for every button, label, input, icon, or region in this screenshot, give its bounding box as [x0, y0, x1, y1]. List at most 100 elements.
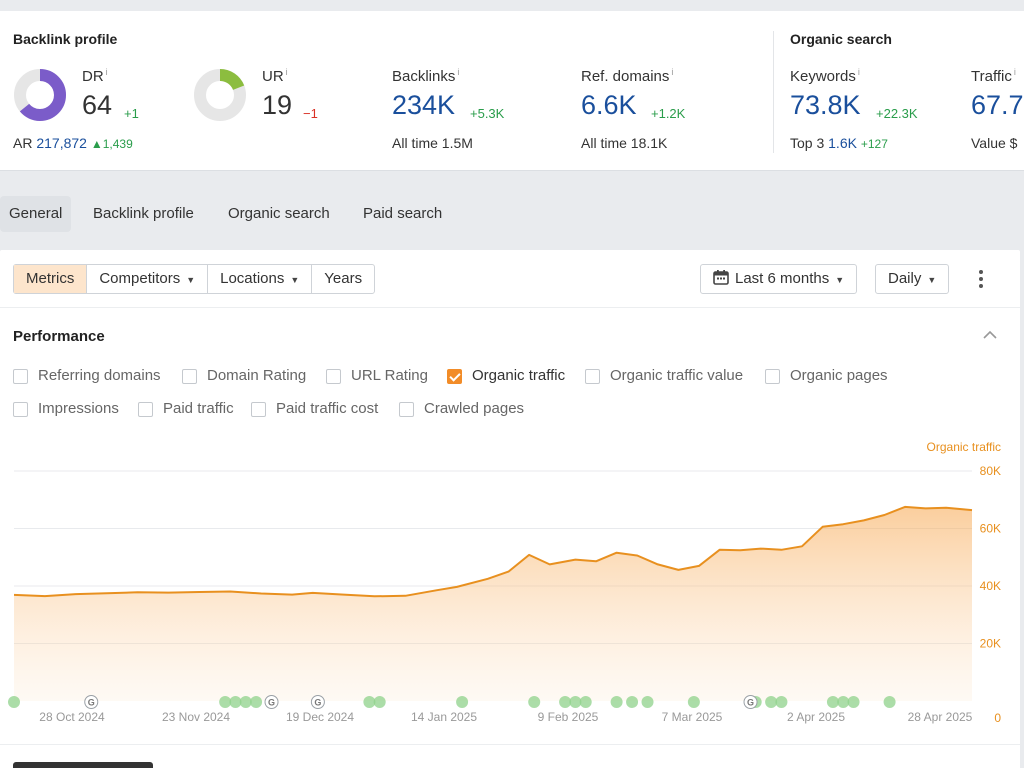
google-marker-glyph: G [314, 698, 321, 708]
chevron-down-icon: ▼ [186, 275, 196, 285]
x-tick-label: 9 Feb 2025 [538, 710, 599, 724]
algorithm-update-marker [775, 696, 788, 708]
google-marker-glyph: G [268, 698, 275, 708]
segment-metrics[interactable]: Metrics [14, 265, 87, 293]
algorithm-update-marker [883, 696, 896, 708]
segment-years[interactable]: Years [311, 265, 374, 293]
more-options-icon[interactable] [973, 268, 989, 290]
y-tick-label: 0 [994, 711, 1001, 725]
algorithm-update-marker [363, 696, 376, 708]
tab-backlink-profile[interactable]: Backlink profile [84, 196, 203, 232]
ur-donut-chart [194, 69, 246, 121]
traffic-value-row: Value $ [971, 135, 1017, 151]
chevron-up-icon[interactable] [983, 330, 997, 340]
backlinks-label[interactable]: Backlinks i [392, 67, 459, 85]
granularity-dropdown[interactable]: Daily ▼ [875, 264, 950, 294]
metric-checkbox-crawled-pages[interactable]: Crawled pages [399, 399, 524, 419]
y-tick-label: 40K [980, 579, 1001, 593]
x-tick-label: 14 Jan 2025 [411, 710, 477, 724]
organic-traffic-chart: Organic traffic G G G G 28 Oct 2024 23 Nov 2… [8, 440, 1001, 725]
y-tick-label: 60K [980, 522, 1001, 536]
algorithm-update-marker [641, 696, 654, 708]
checkbox[interactable] [399, 401, 414, 417]
organic-traffic-area [14, 506, 972, 701]
backlinks-value[interactable]: 234K [392, 90, 455, 121]
segment-locations[interactable]: Locations ▼ [207, 265, 311, 293]
x-tick-label: 2 Apr 2025 [787, 710, 845, 724]
ref-domains-delta: +1.2K [651, 106, 686, 121]
algorithm-update-marker [569, 696, 582, 708]
x-tick-label: 23 Nov 2024 [162, 710, 230, 724]
checkbox[interactable] [765, 368, 780, 384]
algorithm-update-marker [373, 696, 386, 708]
algorithm-update-marker [528, 696, 541, 708]
algorithm-update-marker [579, 696, 592, 708]
dr-label[interactable]: DR i [82, 67, 108, 85]
google-marker-glyph: G [88, 698, 95, 708]
calendar-icon [713, 270, 729, 285]
ref-domains-all-time-value: 18.1K [630, 135, 668, 151]
checkbox[interactable] [251, 401, 266, 417]
y-tick-label: 80K [980, 464, 1001, 478]
metric-checkbox-organic-traffic[interactable]: Organic traffic [447, 366, 565, 386]
date-range-dropdown[interactable]: Last 6 months ▼ [700, 264, 858, 294]
x-tick-label: 28 Apr 2025 [908, 710, 973, 724]
checkbox[interactable] [13, 401, 28, 417]
checkbox[interactable] [182, 368, 197, 384]
keywords-label[interactable]: Keywords i [790, 67, 860, 85]
section-divider [773, 31, 774, 153]
ur-value: 19 [262, 90, 293, 120]
top3-value[interactable]: 1.6K [828, 135, 857, 151]
algorithm-update-marker [765, 696, 778, 708]
traffic-label[interactable]: Traffic i [971, 67, 1016, 85]
tab-general[interactable]: General [0, 196, 72, 232]
dr-delta: +1 [124, 106, 139, 121]
algorithm-update-marker [847, 696, 860, 708]
metric-checkbox-impressions[interactable]: Impressions [13, 399, 119, 419]
ar-label: AR [13, 135, 33, 151]
ur-label[interactable]: UR i [262, 67, 288, 85]
backlinks-all-time: All time 1.5M [392, 135, 473, 151]
keywords-value[interactable]: 73.8K [790, 90, 861, 121]
chevron-down-icon: ▼ [290, 275, 300, 285]
top3-delta: +127 [860, 137, 888, 151]
metric-checkbox-paid-traffic-cost[interactable]: Paid traffic cost [251, 399, 378, 419]
traffic-value[interactable]: 67.7 [971, 90, 1024, 121]
toolbar-divider [0, 307, 1020, 308]
chevron-down-icon: ▼ [835, 275, 845, 285]
algorithm-update-marker [626, 696, 639, 708]
metric-checkbox-paid-traffic[interactable]: Paid traffic [138, 399, 234, 419]
metric-checkbox-organic-traffic-value[interactable]: Organic traffic value [585, 366, 743, 386]
dr-value: 64 [82, 90, 113, 120]
algorithm-update-marker [456, 696, 469, 708]
metric-checkbox-url-rating[interactable]: URL Rating [326, 366, 428, 386]
metric-checkbox-domain-rating[interactable]: Domain Rating [182, 366, 306, 386]
traffic-value-amount: $ [1009, 135, 1018, 151]
checkbox[interactable] [326, 368, 341, 384]
tab-organic-search[interactable]: Organic search [219, 196, 339, 232]
ref-domains-all-time: All time 18.1K [581, 135, 667, 151]
algorithm-update-marker [837, 696, 850, 708]
algorithm-update-marker [826, 696, 839, 708]
backlinks-delta: +5.3K [470, 106, 505, 121]
segment-competitors[interactable]: Competitors ▼ [86, 265, 207, 293]
checkbox[interactable] [138, 401, 153, 417]
google-update-icon: G [84, 695, 99, 709]
google-update-icon: G [310, 695, 325, 709]
metric-checkbox-organic-pages[interactable]: Organic pages [765, 366, 888, 386]
checkbox-checked[interactable] [447, 368, 462, 384]
metric-checkbox-referring-domains[interactable]: Referring domains [13, 366, 161, 386]
ref-domains-label[interactable]: Ref. domains i [581, 67, 673, 85]
algorithm-update-marker [250, 696, 263, 708]
google-marker-glyph: G [747, 698, 754, 708]
ar-row: AR 217,872 ▲1,439 [13, 135, 133, 151]
top3-label: Top 3 [790, 135, 825, 151]
overview-cards: Backlink profile Organic search DR i 64 +… [0, 11, 1024, 171]
tab-paid-search[interactable]: Paid search [354, 196, 451, 232]
algorithm-update-marker [219, 696, 232, 708]
performance-title: Performance [13, 328, 105, 345]
ar-value[interactable]: 217,872 [36, 135, 87, 151]
ref-domains-value[interactable]: 6.6K [581, 90, 637, 121]
checkbox[interactable] [585, 368, 600, 384]
checkbox[interactable] [13, 368, 28, 384]
